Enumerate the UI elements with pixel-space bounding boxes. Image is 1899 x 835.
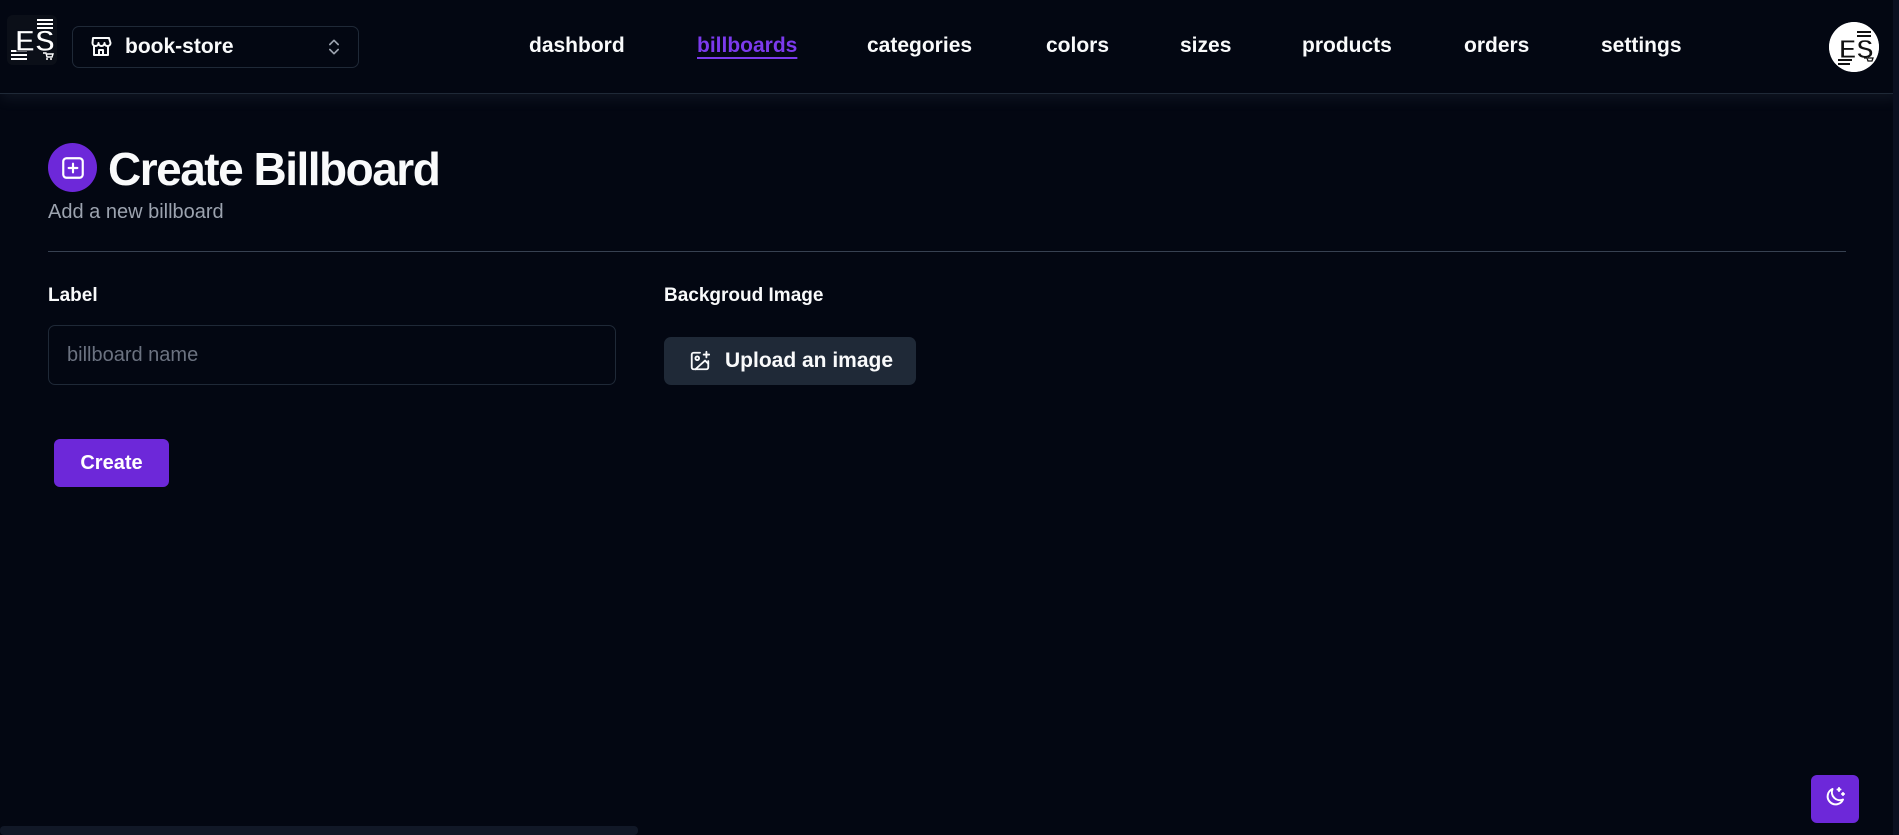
vertical-scrollbar[interactable]: [1893, 0, 1899, 835]
nav-item-products[interactable]: products: [1302, 32, 1392, 60]
section-divider: [48, 251, 1846, 252]
theme-toggle-button[interactable]: [1811, 775, 1859, 823]
nav-item-orders[interactable]: orders: [1464, 32, 1529, 60]
image-plus-icon: [689, 350, 711, 372]
nav-item-dashbord[interactable]: dashbord: [529, 32, 625, 60]
nav-item-colors[interactable]: colors: [1046, 32, 1109, 60]
plus-square-icon: [48, 143, 97, 192]
nav-item-sizes[interactable]: sizes: [1180, 32, 1231, 60]
create-button[interactable]: Create: [54, 439, 169, 487]
upload-image-label: Upload an image: [725, 349, 894, 372]
nav-item-settings[interactable]: settings: [1601, 32, 1682, 60]
chevrons-up-down-icon: [324, 37, 344, 57]
svg-text:ES: ES: [15, 25, 55, 58]
moon-stars-icon: [1823, 785, 1847, 814]
page-title: Create Billboard: [108, 143, 441, 195]
horizontal-scrollbar[interactable]: [0, 826, 638, 835]
user-avatar-icon[interactable]: ES: [1829, 22, 1879, 72]
store-switcher[interactable]: book-store: [72, 26, 359, 68]
es-logo-icon[interactable]: ES: [7, 15, 57, 65]
nav-item-categories[interactable]: categories: [867, 32, 972, 60]
page-subtitle: Add a new billboard: [48, 201, 224, 223]
upload-image-button[interactable]: Upload an image: [664, 337, 916, 385]
background-image-label: Backgroud Image: [664, 285, 824, 306]
nav-item-billboards[interactable]: billboards: [697, 32, 797, 60]
top-navigation-bar: ES book-store dashbord billboards catego…: [0, 0, 1899, 94]
store-name: book-store: [125, 35, 234, 58]
billboard-label-input[interactable]: [48, 325, 616, 385]
svg-text:ES: ES: [1839, 34, 1874, 64]
label-field-label: Label: [48, 285, 98, 306]
store-icon: [89, 35, 113, 59]
app-root: ES book-store dashbord billboards catego…: [0, 0, 1899, 835]
